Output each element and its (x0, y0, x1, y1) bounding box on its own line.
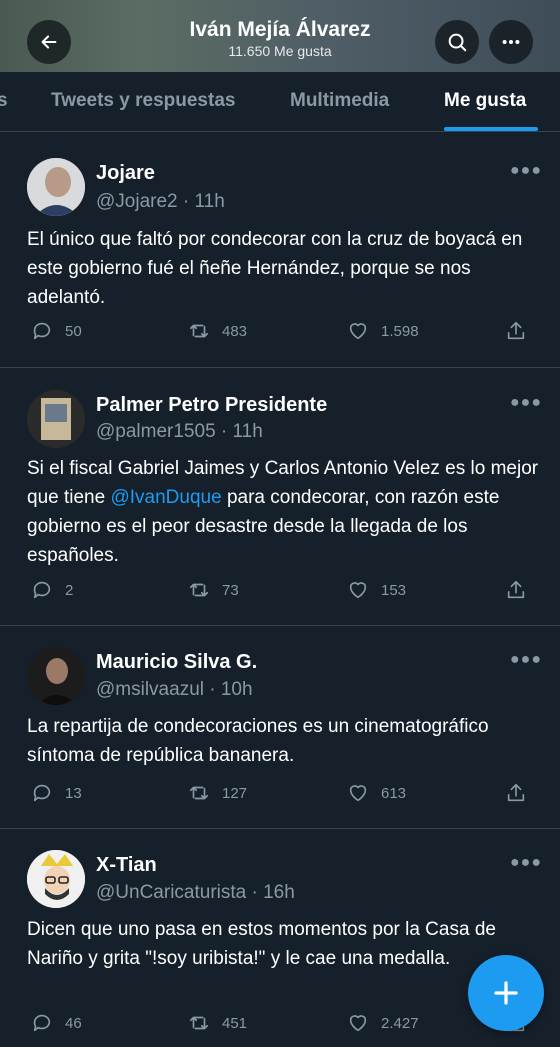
retweet-icon (189, 786, 209, 800)
compose-tweet-button[interactable] (468, 955, 544, 1031)
avatar-image (27, 158, 85, 216)
like-button[interactable]: 153 (347, 579, 406, 601)
arrow-left-icon (41, 35, 57, 49)
tweet-card[interactable]: Mauricio Silva G. @msilvaazul · 10h ●●● … (0, 626, 560, 829)
heart-icon (349, 1015, 367, 1032)
avatar-image (27, 850, 85, 908)
retweet-count: 127 (222, 784, 248, 802)
reply-icon (33, 581, 51, 599)
active-tab-indicator (444, 127, 538, 131)
reply-count: 13 (65, 784, 82, 802)
tweet-more-icon[interactable]: ●●● (510, 162, 542, 180)
share-icon (507, 580, 525, 599)
retweet-count: 451 (222, 1014, 248, 1032)
retweet-button[interactable]: 483 (188, 320, 247, 342)
reply-count: 2 (65, 581, 74, 599)
author-handle-time[interactable]: @msilvaazul · 10h (96, 679, 253, 701)
share-button[interactable] (505, 320, 539, 342)
tweet-more-icon[interactable]: ●●● (510, 394, 542, 412)
tweet-card[interactable]: Jojare @Jojare2 · 11h ●●● El único que f… (0, 140, 560, 368)
tab-likes[interactable]: Me gusta (444, 90, 526, 112)
avatar-image (27, 647, 85, 705)
retweet-button[interactable]: 451 (188, 1012, 247, 1034)
like-button[interactable]: 613 (347, 782, 406, 804)
reply-icon (33, 322, 51, 340)
reply-icon (33, 1014, 51, 1032)
share-icon (507, 783, 525, 802)
heart-icon (349, 582, 367, 599)
retweet-icon (189, 1016, 209, 1030)
like-count: 2.427 (381, 1014, 419, 1032)
retweet-count: 73 (222, 581, 239, 599)
heart-icon (349, 323, 367, 340)
avatar-image (27, 390, 85, 448)
tweet-card[interactable]: Palmer Petro Presidente @palmer1505 · 11… (0, 368, 560, 626)
tab-media[interactable]: Multimedia (290, 90, 389, 112)
more-options-button[interactable] (489, 20, 533, 64)
share-button[interactable] (505, 579, 539, 601)
author-name[interactable]: Palmer Petro Presidente (96, 394, 327, 417)
retweet-count: 483 (222, 322, 248, 340)
tweet-text: La repartija de condecoraciones es un ci… (27, 716, 489, 766)
mention-link[interactable]: @IvanDuque (110, 487, 221, 508)
author-name[interactable]: X-Tian (96, 854, 157, 877)
search-icon (448, 33, 467, 52)
reply-button[interactable]: 13 (31, 782, 82, 804)
plus-icon (494, 981, 518, 1005)
reply-count: 50 (65, 322, 82, 340)
share-icon (507, 321, 525, 340)
tweet-more-icon[interactable]: ●●● (510, 651, 542, 669)
like-count: 153 (381, 581, 407, 599)
reply-icon (33, 784, 51, 802)
author-handle-time[interactable]: @palmer1505 · 11h (96, 421, 263, 443)
profile-tabs: s Tweets y respuestas Multimedia Me gust… (0, 72, 560, 132)
tweet-more-icon[interactable]: ●●● (510, 854, 542, 872)
heart-icon (349, 785, 367, 802)
tweet-text: El único que faltó por condecorar con la… (27, 229, 523, 308)
like-button[interactable]: 2.427 (347, 1012, 419, 1034)
more-horizontal-icon (502, 39, 520, 45)
like-button[interactable]: 1.598 (347, 320, 419, 342)
avatar[interactable] (27, 390, 85, 448)
profile-name-title: Iván Mejía Álvarez (189, 17, 371, 41)
retweet-button[interactable]: 127 (188, 782, 247, 804)
retweet-icon (189, 324, 209, 338)
author-name[interactable]: Jojare (96, 162, 155, 185)
avatar[interactable] (27, 850, 85, 908)
like-count: 613 (381, 784, 407, 802)
avatar[interactable] (27, 158, 85, 216)
like-count: 1.598 (381, 322, 419, 340)
header-title-block: Iván Mejía Álvarez 11.650 Me gusta (190, 17, 371, 60)
reply-count: 46 (65, 1014, 82, 1032)
reply-button[interactable]: 50 (31, 320, 82, 342)
tweet-text: Si el fiscal Gabriel Jaimes y Carlos Ant… (27, 454, 542, 570)
reply-button[interactable]: 46 (31, 1012, 82, 1034)
profile-header: Iván Mejía Álvarez 11.650 Me gusta (0, 0, 560, 72)
tab-tweets[interactable]: s (0, 90, 8, 112)
avatar[interactable] (27, 647, 85, 705)
retweet-button[interactable]: 73 (188, 579, 239, 601)
author-handle-time[interactable]: @Jojare2 · 11h (96, 191, 225, 213)
author-name[interactable]: Mauricio Silva G. (96, 651, 257, 674)
back-button[interactable] (27, 20, 71, 64)
retweet-icon (189, 583, 209, 597)
likes-count-subtitle: 11.650 Me gusta (228, 42, 332, 59)
reply-button[interactable]: 2 (31, 579, 73, 601)
share-button[interactable] (505, 782, 539, 804)
search-button[interactable] (435, 20, 479, 64)
tweet-text: Dicen que uno pasa en estos momentos por… (27, 919, 496, 969)
author-handle-time[interactable]: @UnCaricaturista · 16h (96, 882, 295, 904)
tab-tweets-replies[interactable]: Tweets y respuestas (51, 90, 235, 112)
